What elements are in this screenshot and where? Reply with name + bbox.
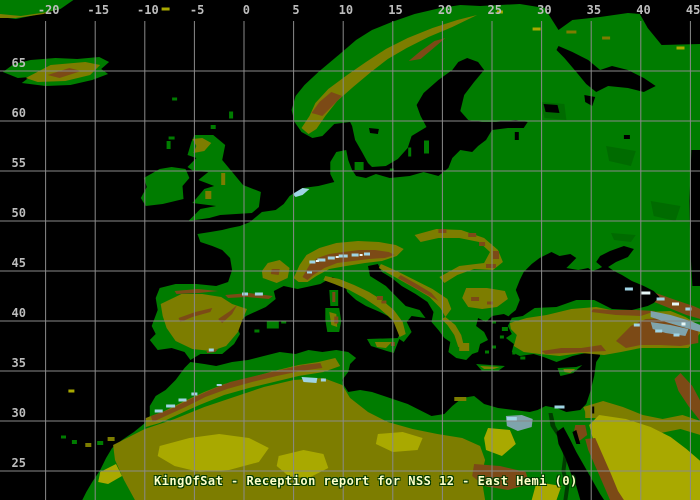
alps-ice-3: [327, 256, 335, 260]
lon-label--15: -15: [87, 3, 110, 17]
zealand: [354, 162, 364, 170]
hebrides-1: [168, 136, 175, 140]
map-canvas: [0, 0, 700, 500]
lake-ladoga: [543, 104, 560, 113]
lon-label-30: 30: [537, 3, 552, 17]
lon-label-15: 15: [388, 3, 403, 17]
cyrenaica-olive: [454, 397, 467, 401]
orkney: [210, 125, 216, 129]
lon-label-25: 25: [487, 3, 502, 17]
massif-central-brown: [270, 269, 280, 275]
rybinsk-lake: [623, 135, 630, 139]
oland: [408, 147, 412, 157]
canary-5: [107, 437, 115, 441]
corsica-brown: [332, 292, 336, 302]
chios: [499, 335, 504, 339]
lon-label-45: 45: [685, 3, 700, 17]
lat-label-60: 60: [11, 106, 26, 120]
madeira: [68, 389, 75, 393]
shetland: [229, 111, 234, 119]
gotland: [424, 140, 429, 154]
alps-ice-1: [309, 260, 316, 264]
lon-label--5: -5: [189, 3, 205, 17]
caucasus-ice-1: [624, 287, 633, 291]
alps-snow-1: [315, 260, 319, 262]
tatra-brown: [479, 242, 486, 246]
negev-olive: [585, 412, 594, 418]
lon-label--10: -10: [137, 3, 159, 17]
pennines-olive: [221, 173, 226, 185]
alps-ice-6: [364, 252, 370, 256]
kola-olive-3: [532, 27, 541, 31]
lat-label-50: 50: [11, 206, 26, 220]
lat-label-30: 30: [11, 406, 26, 420]
alps-snow-2: [335, 256, 339, 258]
pyrenees-ice-2: [254, 292, 263, 296]
apennine-brown-2: [381, 300, 387, 304]
lat-label-25: 25: [11, 456, 26, 470]
lon-label-5: 5: [292, 3, 300, 17]
qattara-ice: [506, 417, 517, 421]
nile-delta-ice: [554, 405, 565, 409]
alps-ice-5: [351, 253, 359, 257]
lon-label-20: 20: [437, 3, 453, 17]
cyclades-2: [485, 350, 489, 354]
lon-label-35: 35: [586, 3, 602, 17]
tundra-sand-2: [676, 46, 685, 50]
nevada-ice: [208, 348, 214, 352]
caucasus-ice-2: [656, 297, 665, 301]
faroe: [172, 97, 178, 101]
canary-4: [97, 441, 104, 445]
atlas-ice-1: [154, 409, 163, 413]
ibiza: [254, 329, 260, 333]
lesbos: [501, 327, 508, 331]
lat-label-55: 55: [11, 156, 26, 170]
atlas-ice-3: [178, 398, 187, 402]
lat-label-40: 40: [11, 306, 26, 320]
lat-label-35: 35: [11, 356, 26, 370]
peipus-lake: [514, 132, 519, 140]
reception-map-screen: -20 -15 -10 -5 0 5 10 15 20 25 30 35 40 45 65 60 55 50 45 4…: [0, 0, 700, 500]
alps-snow-3: [359, 254, 363, 256]
caucasus-snow-1: [641, 291, 651, 295]
ararat-snow: [681, 322, 686, 326]
pyrenees-ice-1: [242, 292, 248, 296]
rila-brown: [471, 297, 480, 301]
sardinia-brown: [334, 316, 339, 324]
lat-label-65: 65: [11, 56, 26, 70]
dead-sea: [592, 406, 595, 414]
lon-label--20: -20: [37, 3, 60, 17]
atlas-ice-2: [166, 404, 176, 408]
lat-label-45: 45: [11, 256, 26, 270]
hebrides-2: [166, 141, 171, 149]
canary-3: [85, 443, 92, 447]
mallorca: [266, 321, 279, 329]
canary-1: [61, 435, 66, 439]
peloponnese-olive: [459, 343, 470, 351]
kos: [512, 351, 516, 355]
caucasus-snow-2: [672, 302, 679, 306]
lon-label-40: 40: [636, 3, 651, 17]
carpathian-brown-1: [486, 264, 496, 268]
apennine-brown-1: [376, 296, 383, 300]
canary-2: [71, 440, 77, 444]
cyclades-1: [492, 345, 496, 349]
anatolia-ice-1: [633, 323, 640, 327]
rhodes: [520, 356, 526, 360]
map-title: KingOfSat - Reception report for NSS 12 …: [154, 474, 578, 488]
kola-olive-1: [566, 30, 577, 34]
carpathian-brown-2: [493, 251, 499, 259]
atlas-ice-5: [216, 384, 222, 386]
chott-ice-2: [320, 378, 326, 382]
lon-label-10: 10: [338, 3, 354, 17]
wales-olive: [205, 191, 212, 199]
lon-label-0: 0: [242, 3, 250, 17]
carpathian-brown-3: [468, 233, 477, 237]
anatolia-ice-3: [673, 333, 680, 337]
artifact-dash: [161, 7, 170, 11]
anatolia-ice-2: [655, 329, 663, 333]
kola-olive-2: [602, 36, 611, 40]
